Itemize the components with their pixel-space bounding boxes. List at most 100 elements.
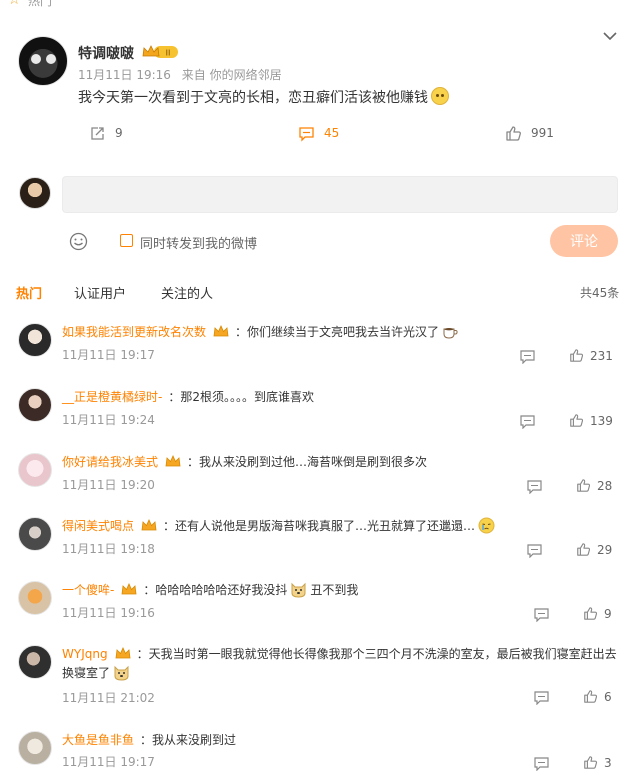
forward-icon xyxy=(91,126,104,140)
like-icon xyxy=(570,414,584,427)
commenter-name[interactable]: __正是橙黄橘绿时- xyxy=(62,390,162,404)
post-source: 来自 你的网络邻居 xyxy=(181,68,282,82)
crying-emoji-icon xyxy=(478,517,495,534)
post-author-name[interactable]: 特调啵啵 xyxy=(78,43,134,63)
crown-icon xyxy=(141,519,157,531)
reply-icon[interactable] xyxy=(534,757,549,771)
like-icon xyxy=(584,607,598,620)
tab-hot[interactable]: 热门 xyxy=(16,283,42,302)
comment-time: 11月11日 19:20 xyxy=(62,478,155,492)
post-author-avatar[interactable] xyxy=(18,36,68,86)
like-button[interactable]: 991 xyxy=(505,124,554,142)
crown-icon xyxy=(121,583,137,595)
avatar[interactable] xyxy=(18,388,52,422)
reply-icon[interactable] xyxy=(520,415,535,429)
comment-like-button[interactable]: 139 xyxy=(569,413,613,428)
crown-icon xyxy=(165,455,181,467)
avatar[interactable] xyxy=(18,517,52,551)
post-text: 我今天第一次看到于文亮的长相，恋丑癖们活该被他赚钱 xyxy=(78,87,449,107)
commenter-name[interactable]: 如果我能活到更新改名次数 xyxy=(62,325,206,339)
comment-like-button[interactable]: 29 xyxy=(576,542,612,557)
submit-comment-button[interactable]: 评论 xyxy=(550,225,618,257)
tab-verified-users[interactable]: 认证用户 xyxy=(74,283,126,302)
comment-like-count: 6 xyxy=(604,689,612,704)
commenter-name[interactable]: WYJqng xyxy=(62,647,108,661)
smile-emoji-icon xyxy=(431,87,449,105)
star-icon: ☆ xyxy=(8,0,21,8)
avatar[interactable] xyxy=(18,581,52,615)
reply-icon[interactable] xyxy=(534,691,549,705)
comment-time: 11月11日 19:18 xyxy=(62,542,155,556)
commenter-name[interactable]: 得闲美式喝点 xyxy=(62,519,134,533)
comment-time: 11月11日 19:17 xyxy=(62,755,155,769)
comment-text: ：还有人说他是男版海苔咪我真服了…光丑就算了还邋遢… xyxy=(163,519,476,533)
avatar[interactable] xyxy=(18,731,52,765)
post-text-body: 我今天第一次看到于文亮的长相，恋丑癖们活该被他赚钱 xyxy=(78,90,428,106)
total-comments: 共45条 xyxy=(580,286,620,300)
crown-icon xyxy=(115,647,131,659)
comment-content: 得闲美式喝点 ：还有人说他是男版海苔咪我真服了…光丑就算了还邋遢… xyxy=(62,517,622,536)
vip-badge-icon[interactable]: II xyxy=(142,44,179,60)
reply-icon[interactable] xyxy=(527,480,542,494)
comment-count: 45 xyxy=(324,126,340,140)
repost-checkbox[interactable] xyxy=(120,234,133,247)
vip-level: II xyxy=(166,49,171,58)
avatar[interactable] xyxy=(18,645,52,679)
like-icon xyxy=(577,543,591,556)
emoji-icon[interactable] xyxy=(69,232,88,251)
comment-like-button[interactable]: 6 xyxy=(583,689,612,704)
post-date[interactable]: 11月11日 19:16 xyxy=(78,68,171,82)
avatar[interactable] xyxy=(18,453,52,487)
comment-text: ：我从来没刷到过他…海苔咪倒是刷到很多次 xyxy=(187,455,428,469)
comment-content: 你好请给我冰美式 ：我从来没刷到过他…海苔咪倒是刷到很多次 xyxy=(62,453,622,472)
like-icon xyxy=(577,479,591,492)
forward-count: 9 xyxy=(115,126,123,140)
comment-like-count: 139 xyxy=(590,413,613,428)
comment-like-button[interactable]: 231 xyxy=(569,348,613,363)
comment-content: 大鱼是鱼非鱼 ：我从来没刷到过 xyxy=(62,731,622,750)
comment-button[interactable]: 45 xyxy=(298,124,639,142)
doge-emoji-icon xyxy=(114,665,129,681)
comment-like-button[interactable]: 3 xyxy=(583,755,612,770)
comment-text: ：天我当时第一眼我就觉得他长得像我那个三四个月不洗澡的室友，最后被我们寝室赶出去 xyxy=(136,647,617,661)
tab-following[interactable]: 关注的人 xyxy=(161,283,213,302)
comment-text: ：你们继续当于文亮吧我去当许光汉了 xyxy=(235,325,440,339)
commenter-name[interactable]: 一个傻哞- xyxy=(62,583,114,597)
comment-text: ：那2根须。。。。到底谁喜欢 xyxy=(168,390,314,404)
current-user-avatar[interactable] xyxy=(19,177,51,209)
avatar[interactable] xyxy=(18,323,52,357)
doge-emoji-icon xyxy=(291,582,306,598)
comment-like-button[interactable]: 28 xyxy=(576,478,612,493)
like-icon xyxy=(584,756,598,769)
like-icon xyxy=(570,349,584,362)
repost-label[interactable]: 同时转发到我的微博 xyxy=(140,233,257,252)
comment-time: 11月11日 19:17 xyxy=(62,348,155,362)
like-count: 991 xyxy=(531,126,554,140)
comment-content: WYJqng ：天我当时第一眼我就觉得他长得像我那个三四个月不洗澡的室友，最后被我… xyxy=(62,645,622,683)
comment-like-count: 231 xyxy=(590,348,613,363)
chevron-down-icon[interactable] xyxy=(602,30,618,42)
commenter-name[interactable]: 大鱼是鱼非鱼 xyxy=(62,733,134,747)
comment-time: 11月11日 21:02 xyxy=(62,691,155,705)
top-strip: ☆ 热门 xyxy=(0,0,639,10)
like-icon xyxy=(584,690,598,703)
comment-like-button[interactable]: 9 xyxy=(583,606,612,621)
comment-icon xyxy=(299,126,314,142)
reply-icon[interactable] xyxy=(520,350,535,364)
comment-text: ：我从来没刷到过 xyxy=(140,733,237,747)
comment-content: 一个傻哞- ：哈哈哈哈哈哈还好我没抖 丑不到我 xyxy=(62,581,622,600)
like-icon xyxy=(506,125,521,141)
commenter-name[interactable]: 你好请给我冰美式 xyxy=(62,455,158,469)
comment-like-count: 28 xyxy=(597,478,613,493)
coffee-icon xyxy=(443,328,458,339)
comment-like-count: 3 xyxy=(604,755,612,770)
reply-icon[interactable] xyxy=(527,544,542,558)
comment-input[interactable] xyxy=(62,176,618,213)
reply-icon[interactable] xyxy=(534,608,549,622)
comment-like-count: 29 xyxy=(597,542,613,557)
forward-button[interactable]: 9 xyxy=(89,124,123,142)
comment-text: ：哈哈哈哈哈哈还好我没抖 xyxy=(143,583,288,597)
comment-content: __正是橙黄橘绿时- ：那2根须。。。。到底谁喜欢 xyxy=(62,388,622,407)
comment-content: 如果我能活到更新改名次数 ：你们继续当于文亮吧我去当许光汉了 xyxy=(62,323,622,342)
comment-text-2: 丑不到我 xyxy=(310,583,359,597)
